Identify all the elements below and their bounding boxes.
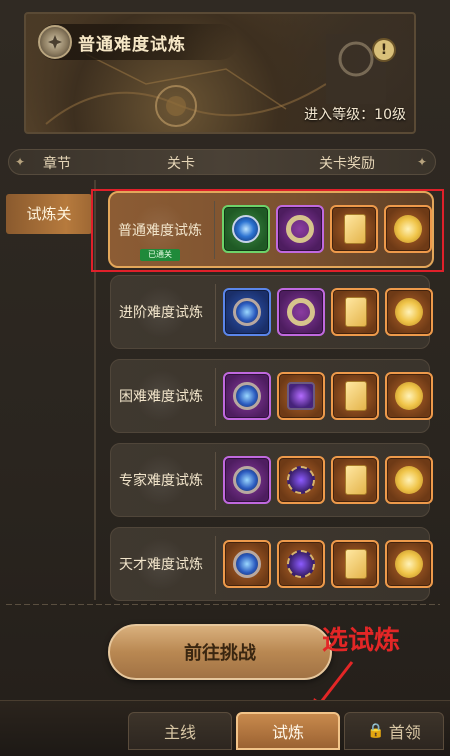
level-requirement: 进入等级：10级 xyxy=(304,107,406,123)
stage-name: 困难难度试炼 xyxy=(119,389,203,405)
reward-list xyxy=(223,372,433,420)
reward-item[interactable] xyxy=(331,456,379,504)
divider xyxy=(215,368,216,426)
annotation-hint: 选试炼 xyxy=(322,626,401,656)
column-stage: 关卡 xyxy=(167,156,195,172)
reward-item[interactable] xyxy=(223,288,271,336)
amulet-icon xyxy=(233,550,261,578)
divider xyxy=(214,201,215,259)
reward-item[interactable] xyxy=(330,205,378,253)
coin-icon xyxy=(394,215,422,243)
reward-item[interactable] xyxy=(223,372,271,420)
reward-list xyxy=(222,205,432,253)
gem-ring-icon xyxy=(232,215,260,243)
tab-label: 试炼 xyxy=(271,723,304,742)
reward-item[interactable] xyxy=(331,540,379,588)
reward-item[interactable] xyxy=(276,205,324,253)
tab-label: 首领 xyxy=(388,723,421,742)
info-icon[interactable]: ! xyxy=(374,40,394,60)
reward-item[interactable] xyxy=(223,456,271,504)
reward-item[interactable] xyxy=(277,288,325,336)
reward-list xyxy=(223,540,433,588)
divider xyxy=(94,180,96,600)
reward-item[interactable] xyxy=(385,372,433,420)
banner-title-group: 普通难度试炼 xyxy=(38,24,238,60)
necklace-icon xyxy=(287,550,315,578)
reward-list xyxy=(223,288,433,336)
ring-icon xyxy=(286,215,314,243)
tab-boss[interactable]: 🔒 首领 xyxy=(344,712,444,750)
reward-item[interactable] xyxy=(385,288,433,336)
amulet-icon xyxy=(233,382,261,410)
ticket-icon xyxy=(345,549,367,579)
reward-list xyxy=(223,456,433,504)
reward-item[interactable] xyxy=(384,205,432,253)
reward-item[interactable] xyxy=(385,456,433,504)
column-reward: 关卡奖励 xyxy=(319,156,375,172)
tab-main-story[interactable]: 主线 xyxy=(128,712,232,750)
reward-item[interactable] xyxy=(385,540,433,588)
tab-trial[interactable]: 试炼 xyxy=(236,712,340,750)
stage-name: 天才难度试炼 xyxy=(119,557,203,573)
divider xyxy=(215,536,216,594)
coin-icon xyxy=(395,298,423,326)
cleared-badge: 已通关 xyxy=(140,249,180,261)
reward-item[interactable] xyxy=(223,540,271,588)
ticket-icon xyxy=(344,214,366,244)
stage-item-hard[interactable]: 困难难度试炼 xyxy=(110,359,433,433)
ticket-icon xyxy=(345,381,367,411)
stage-item-normal[interactable]: 普通难度试炼 已通关 xyxy=(108,191,434,268)
banner-title: 普通难度试炼 xyxy=(78,34,186,55)
chapter-tab-trial[interactable]: 试炼关 xyxy=(6,194,92,234)
coin-icon xyxy=(395,466,423,494)
chest-icon xyxy=(287,382,315,410)
divider xyxy=(215,284,216,342)
stage-item-advanced[interactable]: 进阶难度试炼 xyxy=(110,275,433,349)
reward-item[interactable] xyxy=(277,372,325,420)
trial-emblem-icon xyxy=(38,25,72,59)
go-challenge-button[interactable]: 前往挑战 xyxy=(108,624,332,680)
divider xyxy=(6,604,440,605)
amulet-icon xyxy=(233,466,261,494)
stage-name: 专家难度试炼 xyxy=(119,473,203,489)
app-root: 普通难度试炼 ! 进入等级：10级 ✦ 章节 关卡 关卡奖励 ✦ 试炼关 普通难… xyxy=(0,0,450,756)
coin-icon xyxy=(395,550,423,578)
reward-item[interactable] xyxy=(331,372,379,420)
divider xyxy=(215,452,216,510)
tab-label: 主线 xyxy=(163,723,196,742)
necklace-icon xyxy=(287,466,315,494)
stage-item-expert[interactable]: 专家难度试炼 xyxy=(110,443,433,517)
ring-icon xyxy=(287,298,315,326)
ticket-icon xyxy=(345,465,367,495)
ticket-icon xyxy=(345,297,367,327)
column-chapter: 章节 xyxy=(43,156,71,172)
amulet-icon xyxy=(233,298,261,326)
diamond-ornament-icon: ✦ xyxy=(417,155,428,169)
lock-icon: 🔒 xyxy=(367,723,385,739)
reward-item[interactable] xyxy=(222,205,270,253)
reward-item[interactable] xyxy=(277,456,325,504)
stage-name: 进阶难度试炼 xyxy=(119,305,203,321)
diamond-ornament-icon: ✦ xyxy=(15,155,26,169)
column-header: ✦ 章节 关卡 关卡奖励 ✦ xyxy=(8,149,436,175)
coin-icon xyxy=(395,382,423,410)
stage-item-genius[interactable]: 天才难度试炼 xyxy=(110,527,433,601)
reward-item[interactable] xyxy=(331,288,379,336)
stage-banner: 普通难度试炼 ! 进入等级：10级 xyxy=(24,12,416,134)
reward-item[interactable] xyxy=(277,540,325,588)
